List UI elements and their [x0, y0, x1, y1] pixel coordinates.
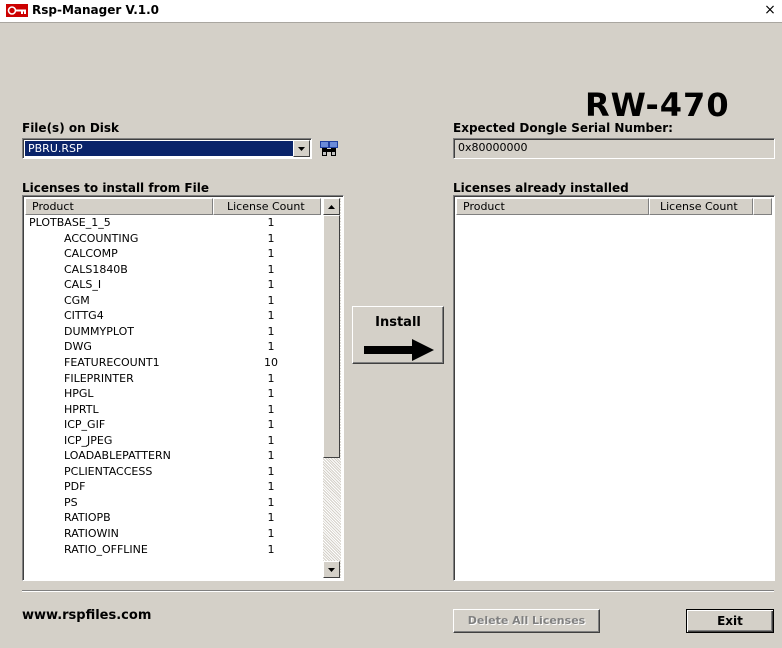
key-icon [6, 4, 28, 17]
files-on-disk-label: File(s) on Disk [22, 121, 120, 135]
license-count-cell: 1 [267, 542, 275, 556]
product-cell: ICP_JPEG [64, 433, 113, 447]
scroll-down-icon[interactable] [323, 561, 340, 578]
license-count-cell: 1 [267, 527, 275, 540]
table-row[interactable]: PS 1 [27, 496, 321, 510]
license-count-cell: 1 [267, 433, 275, 447]
license-count-cell: 1 [267, 371, 275, 385]
license-count-cell: 1 [267, 309, 275, 323]
scroll-up-icon[interactable] [323, 198, 340, 215]
license-count-cell: 1 [267, 340, 275, 354]
licenses-file-rows: PLOTBASE_1_5 1 ACCOUNTING 1 CALCOMP 1 CALS1840… [23, 196, 323, 578]
exit-button[interactable]: Exit [686, 609, 774, 633]
licenses-installed-label: Licenses already installed [453, 181, 629, 195]
product-cell: PDF [64, 480, 86, 494]
table-row[interactable]: FILEPRINTER 1 [27, 372, 321, 386]
licenses-installed-list[interactable]: Product License Count [453, 195, 775, 581]
table-row[interactable]: CALCOMP 1 [27, 247, 321, 261]
arrow-right-icon [364, 339, 434, 361]
table-row[interactable]: PCLIENTACCESS 1 [27, 465, 321, 479]
license-count-cell: 1 [267, 231, 275, 245]
selected-file[interactable]: PBRU.RSP [25, 141, 295, 156]
table-row[interactable]: RATIOWIN 1 [27, 527, 321, 541]
product-cell: FILEPRINTER [64, 371, 134, 385]
column-header-product[interactable]: Product [456, 198, 649, 215]
product-cell: RATIO_OFFLINE [64, 542, 148, 556]
product-cell: RATIOPB [64, 511, 111, 525]
website-link[interactable]: www.rspfiles.com [22, 608, 151, 623]
table-row[interactable]: HPRTL 1 [27, 403, 321, 417]
table-row[interactable]: RATIO_OFFLINE 1 [27, 543, 321, 557]
table-row[interactable]: DWG 1 [27, 340, 321, 354]
product-cell: LOADABLEPATTERN [64, 449, 171, 463]
license-count-cell: 1 [267, 293, 275, 307]
table-row[interactable]: FEATURECOUNT1 10 [27, 356, 321, 370]
table-row[interactable]: RATIOPB 1 [27, 511, 321, 525]
licenses-file-label: Licenses to install from File [22, 181, 209, 195]
serial-label: Expected Dongle Serial Number: [453, 121, 673, 135]
table-row[interactable]: PLOTBASE_1_5 1 [27, 216, 321, 230]
license-count-cell: 1 [267, 324, 275, 338]
license-count-cell: 1 [267, 480, 275, 494]
scroll-thumb[interactable] [323, 215, 340, 458]
product-cell: PLOTBASE_1_5 [29, 216, 111, 229]
binoculars-icon[interactable] [318, 138, 340, 160]
model-name: RW-470 [585, 86, 730, 124]
table-row[interactable]: HPGL 1 [27, 387, 321, 401]
vertical-scrollbar[interactable] [323, 198, 341, 578]
table-row[interactable]: CGM 1 [27, 294, 321, 308]
dropdown-arrow-icon[interactable] [293, 140, 310, 157]
license-count-cell: 1 [267, 247, 275, 261]
close-button[interactable]: × [762, 2, 778, 18]
product-cell: HPGL [64, 387, 94, 401]
license-count-cell: 1 [267, 495, 275, 509]
table-row[interactable]: PDF 1 [27, 480, 321, 494]
product-cell: PCLIENTACCESS [64, 464, 153, 478]
table-row[interactable]: CITTG4 1 [27, 309, 321, 323]
product-cell: ICP_GIF [64, 418, 106, 432]
delete-all-licenses-button[interactable]: Delete All Licenses [453, 609, 600, 633]
file-select-combo[interactable]: PBRU.RSP [22, 138, 312, 159]
license-count-cell: 1 [267, 464, 275, 478]
license-count-cell: 10 [264, 355, 278, 369]
column-header-license-count[interactable]: License Count [649, 198, 753, 215]
licenses-file-list[interactable]: Product License Count PLOTBASE_1_5 1 ACCOU… [22, 195, 344, 581]
product-cell: HPRTL [64, 402, 99, 416]
product-cell: FEATURECOUNT1 [64, 355, 160, 369]
table-row[interactable]: DUMMYPLOT 1 [27, 325, 321, 339]
license-count-cell: 1 [267, 449, 275, 463]
footer-separator [22, 590, 774, 592]
product-cell: CGM [64, 293, 90, 307]
license-count-cell: 1 [267, 387, 275, 401]
table-row[interactable]: ICP_JPEG 1 [27, 434, 321, 448]
product-cell: DWG [64, 340, 92, 354]
product-cell: CALS1840B [64, 262, 128, 276]
install-label: Install [375, 315, 421, 330]
title-bar[interactable]: Rsp-Manager V.1.0 × [0, 0, 782, 23]
product-cell: RATIOWIN [64, 527, 119, 540]
product-cell: DUMMYPLOT [64, 324, 134, 338]
product-cell: CALS_I [64, 278, 102, 292]
product-cell: ACCOUNTING [64, 231, 139, 245]
table-row[interactable]: ACCOUNTING 1 [27, 232, 321, 246]
table-row[interactable]: CALS1840B 1 [27, 263, 321, 277]
product-cell: CITTG4 [64, 309, 104, 323]
license-count-cell: 1 [267, 418, 275, 432]
serial-field: 0x80000000 [453, 138, 775, 159]
license-count-cell: 1 [267, 216, 275, 229]
table-row[interactable]: ICP_GIF 1 [27, 418, 321, 432]
column-header-filler [753, 198, 772, 215]
product-cell: PS [64, 495, 78, 509]
license-count-cell: 1 [267, 262, 275, 276]
window-title: Rsp-Manager V.1.0 [32, 3, 160, 17]
table-row[interactable]: LOADABLEPATTERN 1 [27, 449, 321, 463]
license-count-cell: 1 [267, 511, 275, 525]
product-cell: CALCOMP [64, 247, 118, 261]
license-count-cell: 1 [267, 402, 275, 416]
install-button[interactable]: Install [352, 306, 444, 364]
license-count-cell: 1 [267, 278, 275, 292]
table-row[interactable]: CALS_I 1 [27, 278, 321, 292]
